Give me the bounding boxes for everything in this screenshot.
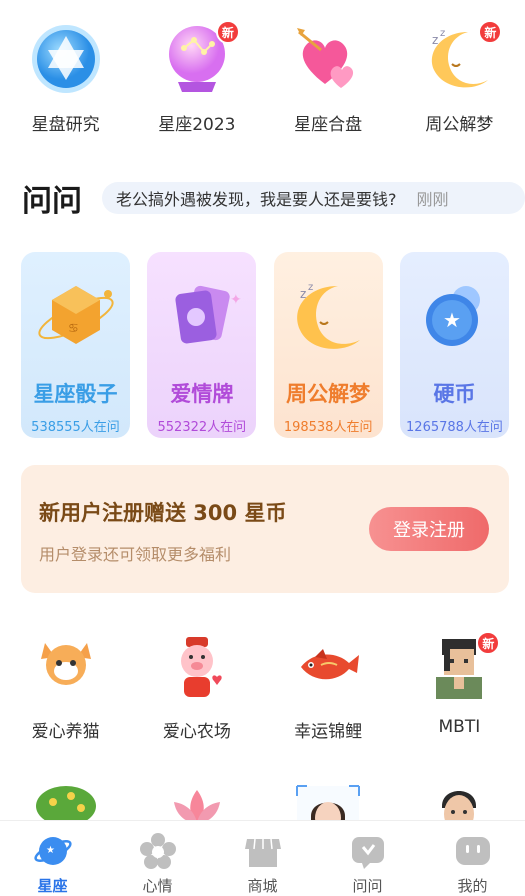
card-title: 周公解梦 xyxy=(286,382,371,406)
svg-text:z: z xyxy=(432,33,438,47)
nav-label: 星座 xyxy=(37,877,68,895)
ask-ticker[interactable]: 老公搞外遇被发现，我是要人还是要钱? 刚刚 xyxy=(102,182,525,214)
nav-label: 我的 xyxy=(457,877,488,895)
card-subtitle: 538555人在问 xyxy=(31,420,120,435)
feature-label: 星座2023 xyxy=(158,115,236,135)
coin-icon: ★ xyxy=(412,274,496,358)
feature-label: 星座合盘 xyxy=(294,115,363,135)
feature-label: 星盘研究 xyxy=(31,115,100,135)
pig-icon xyxy=(162,633,232,703)
feature-mbti[interactable]: 新 MBTI xyxy=(394,631,525,742)
card-subtitle: 198538人在问 xyxy=(283,420,373,435)
ask-cards: ♋ 星座骰子 538555人在问 ✦ 爱情牌 552322人在问 z z 周公解… xyxy=(21,252,509,438)
nav-tab-mood[interactable]: 心情 xyxy=(105,821,210,896)
koi-fish-icon xyxy=(293,633,363,703)
feature-label: 爱心养猫 xyxy=(31,722,100,742)
svg-text:♋: ♋ xyxy=(68,321,79,335)
svg-text:★: ★ xyxy=(46,845,55,856)
feature-row: 星盘研究 新 星座2023 星座合盘 z z 新 周公解梦 xyxy=(0,20,525,142)
feature-grid-row: 爱心养猫 爱心农场 幸运锦鲤 新 MBTI xyxy=(0,631,525,742)
person-icon: 新 xyxy=(424,631,501,703)
feature-compatibility[interactable]: 星座合盘 xyxy=(263,22,394,142)
svg-text:z: z xyxy=(300,287,306,301)
card-title: 爱情牌 xyxy=(170,382,234,406)
promo-title: 新用户注册赠送 300 星币 xyxy=(39,501,287,525)
svg-text:z: z xyxy=(440,28,445,39)
nav-label: 商城 xyxy=(247,877,278,895)
card-title: 硬币 xyxy=(433,382,476,406)
card-title: 星座骰子 xyxy=(33,382,118,406)
svg-text:✦: ✦ xyxy=(230,292,242,308)
chat-bubble-icon xyxy=(348,831,388,871)
register-promo-banner: 新用户注册赠送 300 星币 用户登录还可领取更多福利 登录注册 xyxy=(21,465,509,593)
card-zodiac-dice[interactable]: ♋ 星座骰子 538555人在问 xyxy=(21,252,130,438)
feature-star-chart[interactable]: 星盘研究 xyxy=(0,22,131,142)
feature-label: 幸运锦鲤 xyxy=(294,722,363,742)
shop-icon xyxy=(243,831,283,871)
ask-title: 问问 xyxy=(22,184,82,219)
nav-tab-ask[interactable]: 问问 xyxy=(315,821,420,896)
mood-flower-icon xyxy=(138,831,178,871)
feature-dream-interpretation[interactable]: z z 新 周公解梦 xyxy=(394,20,525,142)
feature-label: 周公解梦 xyxy=(425,115,494,135)
nav-tab-mine[interactable]: 我的 xyxy=(420,821,525,896)
star-of-david-icon xyxy=(29,22,103,96)
planet-icon: ★ xyxy=(33,831,73,871)
hearts-icon xyxy=(291,22,365,96)
new-badge: 新 xyxy=(478,20,503,44)
nav-label: 问问 xyxy=(352,877,383,895)
nav-tab-horoscope[interactable]: ★ 星座 xyxy=(0,821,105,896)
nav-label: 心情 xyxy=(142,877,173,895)
crystal-ball-icon: 新 xyxy=(160,20,240,96)
ask-section: 问问 老公搞外遇被发现，我是要人还是要钱? 刚刚 xyxy=(22,178,525,219)
cat-icon xyxy=(31,633,101,703)
card-love-tarot[interactable]: ✦ 爱情牌 552322人在问 xyxy=(147,252,257,438)
feature-label: MBTI xyxy=(438,717,481,737)
sleeping-moon-icon: z z xyxy=(286,274,370,358)
new-badge: 新 xyxy=(476,631,501,655)
tarot-card-icon: ✦ xyxy=(160,274,244,358)
feature-lucky-koi[interactable]: 幸运锦鲤 xyxy=(263,633,394,742)
feature-love-farm[interactable]: 爱心农场 xyxy=(131,633,262,742)
card-subtitle: 552322人在问 xyxy=(157,420,247,435)
svg-text:z: z xyxy=(308,282,313,293)
nav-tab-shop[interactable]: 商城 xyxy=(210,821,315,896)
new-badge: 新 xyxy=(215,20,240,44)
promo-subtitle: 用户登录还可领取更多福利 xyxy=(39,545,232,564)
login-register-button[interactable]: 登录注册 xyxy=(369,507,489,551)
sleeping-moon-icon: z z 新 xyxy=(422,20,503,96)
ask-question: 老公搞外遇被发现，我是要人还是要钱? xyxy=(116,190,397,209)
feature-horoscope-2023[interactable]: 新 星座2023 xyxy=(131,20,262,142)
svg-text:★: ★ xyxy=(443,308,461,332)
card-subtitle: 1265788人在问 xyxy=(406,420,503,435)
profile-icon xyxy=(453,831,493,871)
dice-icon: ♋ xyxy=(34,274,118,358)
card-dream-interpretation[interactable]: z z 周公解梦 198538人在问 xyxy=(273,252,383,438)
ask-time: 刚刚 xyxy=(416,190,449,209)
feature-love-cat[interactable]: 爱心养猫 xyxy=(0,633,131,742)
feature-label: 爱心农场 xyxy=(162,722,231,742)
card-coin[interactable]: ★ 硬币 1265788人在问 xyxy=(399,252,509,438)
bottom-nav: ★ 星座 心情 商城 问问 我的 xyxy=(0,820,525,896)
